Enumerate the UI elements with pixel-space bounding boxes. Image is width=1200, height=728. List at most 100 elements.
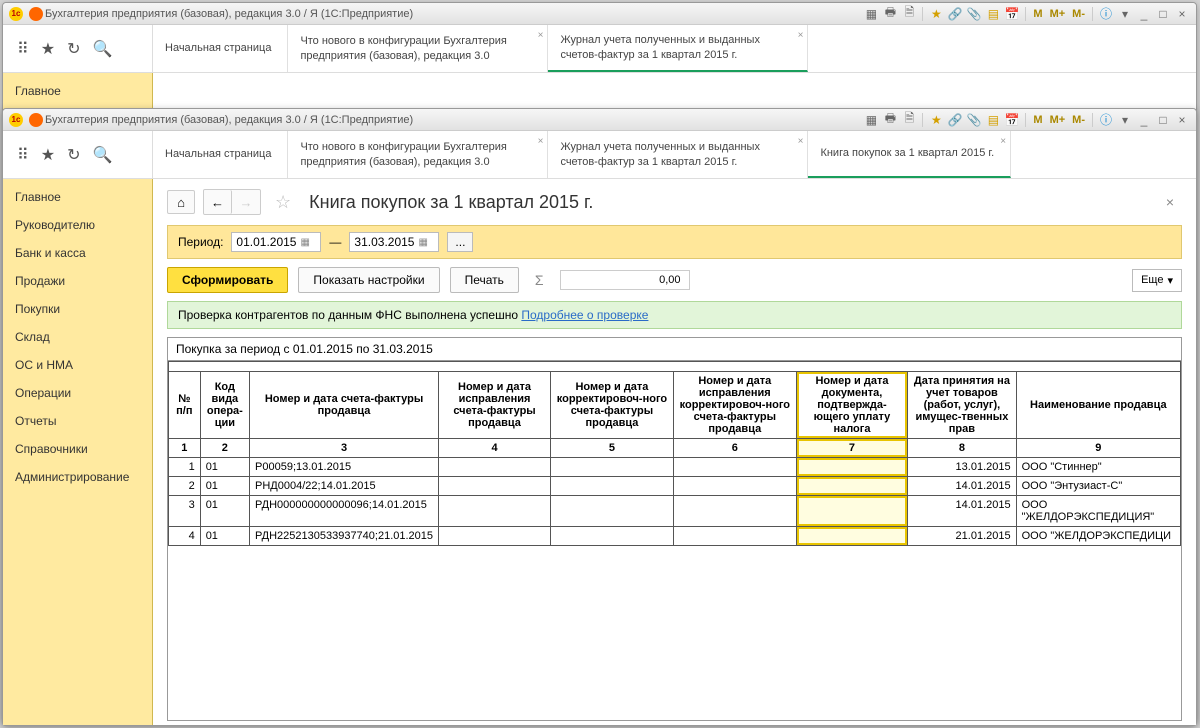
- toolbar-grid-icon[interactable]: ▦: [863, 112, 879, 128]
- close-icon[interactable]: ×: [798, 29, 804, 42]
- table-cell: [551, 527, 674, 546]
- toolbar-print-icon[interactable]: 🖶: [882, 112, 898, 128]
- m-plus-button[interactable]: M+: [1048, 114, 1068, 126]
- sidebar-item[interactable]: Продажи: [3, 267, 152, 295]
- tab-purchase-book[interactable]: Книга покупок за 1 квартал 2015 г.×: [808, 131, 1011, 178]
- sidebar-item[interactable]: Покупки: [3, 295, 152, 323]
- toolbar-clip-icon[interactable]: 📎: [966, 6, 982, 22]
- toolbar-grid-icon[interactable]: ▦: [863, 6, 879, 22]
- date-to-input[interactable]: 31.03.2015▦: [349, 232, 439, 252]
- date-from-input[interactable]: 01.01.2015▦: [231, 232, 321, 252]
- report-table: № п/пКод вида опера-цииНомер и дата счет…: [168, 361, 1181, 546]
- favorite-icon[interactable]: ★: [41, 39, 55, 59]
- period-select-button[interactable]: ...: [447, 232, 473, 252]
- m-button[interactable]: M: [1031, 114, 1044, 126]
- table-cell: [439, 477, 551, 496]
- sidebar-item[interactable]: Справочники: [3, 435, 152, 463]
- toolbar-link-icon[interactable]: 🔗: [947, 6, 963, 22]
- info-icon[interactable]: ⓘ: [1098, 112, 1114, 128]
- sidebar-item[interactable]: Главное: [3, 183, 152, 211]
- apps-icon[interactable]: ⠿: [17, 39, 29, 59]
- tab-home[interactable]: Начальная страница: [153, 25, 288, 72]
- toolbar-doc-icon[interactable]: 🗎: [901, 112, 917, 128]
- history-icon[interactable]: ↻: [67, 145, 80, 165]
- close-icon[interactable]: ×: [798, 135, 804, 148]
- home-button[interactable]: ⌂: [167, 190, 195, 214]
- page-close-icon[interactable]: ×: [1166, 194, 1182, 210]
- m-plus-button[interactable]: M+: [1048, 8, 1068, 20]
- toolbar-calc-icon[interactable]: ▤: [985, 6, 1001, 22]
- toolbar-link-icon[interactable]: 🔗: [947, 112, 963, 128]
- tab-whatsnew[interactable]: Что нового в конфигурации Бухгалтерия пр…: [288, 131, 548, 178]
- close-icon[interactable]: ×: [1000, 135, 1006, 148]
- show-settings-button[interactable]: Показать настройки: [298, 267, 439, 293]
- forward-button[interactable]: →: [232, 190, 260, 214]
- column-number: 3: [250, 439, 439, 458]
- apps-icon[interactable]: ⠿: [17, 145, 29, 165]
- info-link[interactable]: Подробнее о проверке: [521, 308, 648, 322]
- close-icon[interactable]: ×: [1174, 6, 1190, 22]
- minimize-icon[interactable]: _: [1136, 6, 1152, 22]
- sum-value[interactable]: 0,00: [560, 270, 690, 290]
- form-button[interactable]: Сформировать: [167, 267, 288, 293]
- favorite-icon[interactable]: ★: [41, 145, 55, 165]
- tab-journal[interactable]: Журнал учета полученных и выданных счето…: [548, 25, 808, 72]
- toolbar-print-icon[interactable]: 🖶: [882, 6, 898, 22]
- back-button[interactable]: ←: [204, 190, 232, 214]
- toolbar-calendar-icon[interactable]: 📅: [1004, 112, 1020, 128]
- sidebar-item[interactable]: Отчеты: [3, 407, 152, 435]
- sidebar-front: ГлавноеРуководителюБанк и кассаПродажиПо…: [3, 179, 153, 725]
- app-icon: 1c: [9, 113, 23, 127]
- table-row[interactable]: 401РДН2252130533937740;21.01.201521.01.2…: [169, 527, 1181, 546]
- period-row: Период: 01.01.2015▦ — 31.03.2015▦ ...: [167, 225, 1182, 259]
- toolbar-clip-icon[interactable]: 📎: [966, 112, 982, 128]
- table-cell: [439, 458, 551, 477]
- info-icon[interactable]: ⓘ: [1098, 6, 1114, 22]
- tabbar-back: ⠿ ★ ↻ 🔍 Начальная страница Что нового в …: [3, 25, 1196, 73]
- table-cell: [796, 477, 907, 496]
- titlebar-back: 1c Бухгалтерия предприятия (базовая), ре…: [3, 3, 1196, 25]
- table-row[interactable]: 101Р00059;13.01.201513.01.2015ООО "Стинн…: [169, 458, 1181, 477]
- toolbar-calendar-icon[interactable]: 📅: [1004, 6, 1020, 22]
- sidebar-item[interactable]: Склад: [3, 323, 152, 351]
- report-period: Покупка за период с 01.01.2015 по 31.03.…: [168, 338, 1181, 361]
- sidebar-item[interactable]: Руководителю: [3, 211, 152, 239]
- star-icon[interactable]: ☆: [275, 192, 291, 213]
- sidebar-item[interactable]: Операции: [3, 379, 152, 407]
- history-icon[interactable]: ↻: [67, 39, 80, 59]
- table-cell: 4: [169, 527, 201, 546]
- close-icon[interactable]: ×: [1174, 112, 1190, 128]
- toolbar-calc-icon[interactable]: ▤: [985, 112, 1001, 128]
- tab-whatsnew[interactable]: Что нового в конфигурации Бухгалтерия пр…: [288, 25, 548, 72]
- close-icon[interactable]: ×: [538, 135, 544, 148]
- table-row[interactable]: 301РДН000000000000096;14.01.201514.01.20…: [169, 496, 1181, 527]
- table-row[interactable]: 201РНД0004/22;14.01.201514.01.2015ООО "Э…: [169, 477, 1181, 496]
- m-minus-button[interactable]: M-: [1070, 114, 1087, 126]
- chevron-down-icon: ▾: [1167, 274, 1173, 287]
- more-button[interactable]: Еще▾: [1132, 269, 1182, 292]
- table-cell: [796, 496, 907, 527]
- tab-home[interactable]: Начальная страница: [153, 131, 288, 178]
- dropdown-icon[interactable]: ▾: [1117, 112, 1133, 128]
- search-icon[interactable]: 🔍: [92, 39, 112, 59]
- table-cell: [673, 527, 796, 546]
- toolbar-star-icon[interactable]: ★: [928, 112, 944, 128]
- report-area: Покупка за период с 01.01.2015 по 31.03.…: [167, 337, 1182, 721]
- maximize-icon[interactable]: □: [1155, 112, 1171, 128]
- sidebar-item[interactable]: Банк и касса: [3, 239, 152, 267]
- m-minus-button[interactable]: M-: [1070, 8, 1087, 20]
- m-button[interactable]: M: [1031, 8, 1044, 20]
- table-cell: [796, 458, 907, 477]
- close-icon[interactable]: ×: [538, 29, 544, 42]
- sidebar-item[interactable]: Главное: [3, 77, 152, 105]
- toolbar-doc-icon[interactable]: 🗎: [901, 6, 917, 22]
- sidebar-item[interactable]: Администрирование: [3, 463, 152, 491]
- maximize-icon[interactable]: □: [1155, 6, 1171, 22]
- tab-journal[interactable]: Журнал учета полученных и выданных счето…: [548, 131, 808, 178]
- sidebar-item[interactable]: ОС и НМА: [3, 351, 152, 379]
- minimize-icon[interactable]: _: [1136, 112, 1152, 128]
- dropdown-icon[interactable]: ▾: [1117, 6, 1133, 22]
- search-icon[interactable]: 🔍: [92, 145, 112, 165]
- toolbar-star-icon[interactable]: ★: [928, 6, 944, 22]
- print-button[interactable]: Печать: [450, 267, 519, 293]
